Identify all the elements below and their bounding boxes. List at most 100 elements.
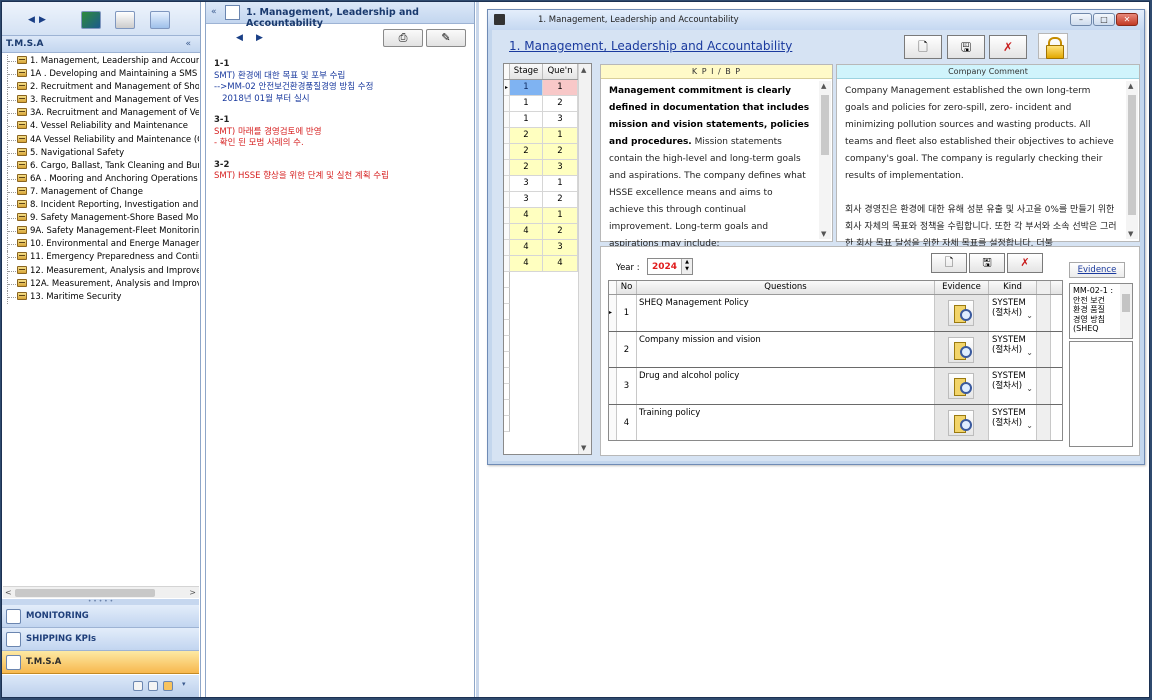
question-cell[interactable]: 1 [543,128,578,143]
tree-horizontal-scrollbar[interactable]: < > [3,586,199,598]
question-cell[interactable]: 4 [543,256,578,271]
stage-cell[interactable]: 1 [510,112,543,127]
tree-item[interactable]: 1A . Developing and Maintaining a SMS [2,68,199,82]
delete-button[interactable]: ✗ [989,35,1027,59]
column-stage[interactable]: Stage [510,64,543,79]
stage-cell[interactable]: 2 [510,160,543,175]
tree-item[interactable]: 3. Recruitment and Management of Vesse [2,94,199,108]
new-question-button[interactable]: 🗋 [931,253,967,273]
tree-item[interactable]: 6A . Mooring and Anchoring Operations [2,172,199,187]
spin-arrows-icon[interactable]: ▲ ▼ [681,259,692,274]
nav-tmsa[interactable]: T.M.S.A [2,651,199,674]
question-text[interactable]: Drug and alcohol policy [637,368,935,404]
chevron-down-icon[interactable]: ⌄ [1026,384,1033,394]
scroll-down-icon[interactable]: ▼ [821,230,826,238]
tree-item[interactable]: 4. Vessel Reliability and Maintenance [2,120,199,134]
nav-monitoring[interactable]: MONITORING [2,605,199,628]
lock-icon[interactable] [1038,33,1068,59]
report-icon[interactable] [115,11,135,29]
question-cell[interactable]: 3 [543,112,578,127]
collapse-icon[interactable]: « [211,7,217,17]
question-cell[interactable]: 2 [543,144,578,159]
evidence-cell[interactable] [935,295,989,331]
grid-scrollbar[interactable] [1037,331,1051,367]
stage-cell[interactable]: 4 [510,224,543,239]
edit-button[interactable]: ✎ [426,29,466,47]
question-cell[interactable]: 1 [543,208,578,223]
question-cell[interactable]: 1 [543,176,578,191]
evidence-search-icon[interactable] [948,300,974,326]
scroll-up-icon[interactable]: ▲ [821,82,826,90]
save-question-button[interactable]: 🖫 [969,253,1005,273]
tree-item[interactable]: 11. Emergency Preparedness and Continge [2,251,199,265]
kpi-scrollbar[interactable]: ▲ ▼ [819,81,831,239]
stage-cell[interactable]: 3 [510,192,543,207]
new-button[interactable]: 🗋 [904,35,942,59]
tree-item[interactable]: 10. Environmental and Energe Managemer [2,238,199,252]
stage-cell[interactable]: 1 [510,96,543,111]
scroll-up-icon[interactable]: ▲ [581,66,586,74]
scroll-thumb[interactable] [1122,294,1130,312]
question-cell[interactable]: 2 [543,224,578,239]
evidence-scrollbar[interactable] [1120,284,1132,338]
settings-icon[interactable] [150,11,170,29]
tree-item[interactable]: 7. Management of Change [2,185,199,200]
evidence-search-icon[interactable] [948,409,974,436]
tree-item[interactable]: 12A. Measurement, Analysis and Improven [2,277,199,291]
scroll-thumb[interactable] [1128,95,1136,215]
scroll-down-icon[interactable]: ▼ [581,444,586,452]
grid-scrollbar[interactable] [1037,368,1051,404]
stage-cell[interactable]: 2 [510,128,543,143]
evidence-button[interactable]: Evidence [1069,262,1125,278]
grid-scrollbar[interactable] [1037,295,1051,331]
scroll-down-icon[interactable]: ▼ [1128,230,1133,238]
print-button[interactable]: ⎙ [383,29,423,47]
chevron-down-icon[interactable]: ⌄ [1026,348,1033,358]
page-title[interactable]: 1. Management, Leadership and Accountabi… [509,39,792,53]
scroll-left-icon[interactable]: < [5,588,12,597]
delete-question-button[interactable]: ✗ [1007,253,1043,273]
scroll-thumb[interactable] [821,95,829,155]
tree-item[interactable]: 9. Safety Management-Shore Based Monit [2,212,199,226]
window-titlebar[interactable]: 1. Management, Leadership and Accountabi… [488,10,1144,30]
question-row[interactable]: ▸ 1 SHEQ Management Policy SYSTEM (절차서) ⌄ [609,295,1062,332]
stage-grid-scrollbar[interactable]: ▲ ▼ [578,64,591,454]
stage-cell[interactable]: 3 [510,176,543,191]
question-cell[interactable]: 1 [543,80,578,95]
question-cell[interactable]: 2 [543,192,578,207]
kind-select[interactable]: SYSTEM (절차서) ⌄ [989,295,1037,331]
scroll-up-icon[interactable]: ▲ [1128,82,1133,90]
collapse-icon[interactable]: « [185,39,191,49]
minimize-button[interactable]: – [1070,13,1092,26]
tree-item[interactable]: 8. Incident Reporting, Investigation and… [2,199,199,213]
evidence-detail[interactable] [1069,341,1133,447]
back-arrow-icon[interactable]: ◀ [28,15,35,25]
pane-splitter[interactable] [476,2,479,697]
column-kind[interactable]: Kind [989,281,1037,294]
tree-item[interactable]: 1. Management, Leadership and Accounta [2,55,199,69]
tree-item[interactable]: 5. Navigational Safety [2,146,199,160]
tree-item[interactable]: 2. Recruitment and Management of Shore [2,81,199,95]
evidence-search-icon[interactable] [948,373,974,399]
column-questions[interactable]: Questions [637,281,935,294]
question-cell[interactable]: 3 [543,240,578,255]
kind-select[interactable]: SYSTEM (절차서) ⌄ [989,331,1037,367]
stage-cell[interactable]: 4 [510,208,543,223]
chevron-down-icon[interactable]: ▾ [182,680,186,688]
small-nav-icon[interactable] [133,681,143,691]
forward-arrow-icon[interactable]: ▶ [39,15,46,25]
stage-cell[interactable]: 4 [510,256,543,271]
chevron-down-icon[interactable]: ⌄ [1026,421,1033,431]
grid-scrollbar[interactable] [1037,404,1051,440]
question-row[interactable]: 4 Training policy SYSTEM (절차서) ⌄ [609,404,1062,440]
comment-scrollbar[interactable]: ▲ ▼ [1126,81,1138,239]
tree-item[interactable]: 6. Cargo, Ballast, Tank Cleaning and Bun… [2,159,199,173]
question-cell[interactable]: 3 [543,160,578,175]
stage-cell[interactable]: 4 [510,240,543,255]
stage-cell[interactable]: 1 [510,80,543,95]
comment-text[interactable]: Company Management established the own l… [837,79,1139,253]
column-question[interactable]: Que'n [543,64,578,79]
small-nav-icon[interactable] [163,681,173,691]
tree-item[interactable]: 9A. Safety Management-Fleet Monitoring [2,225,199,239]
tree-item[interactable]: 12. Measurement, Analysis and Improveme [2,264,199,278]
